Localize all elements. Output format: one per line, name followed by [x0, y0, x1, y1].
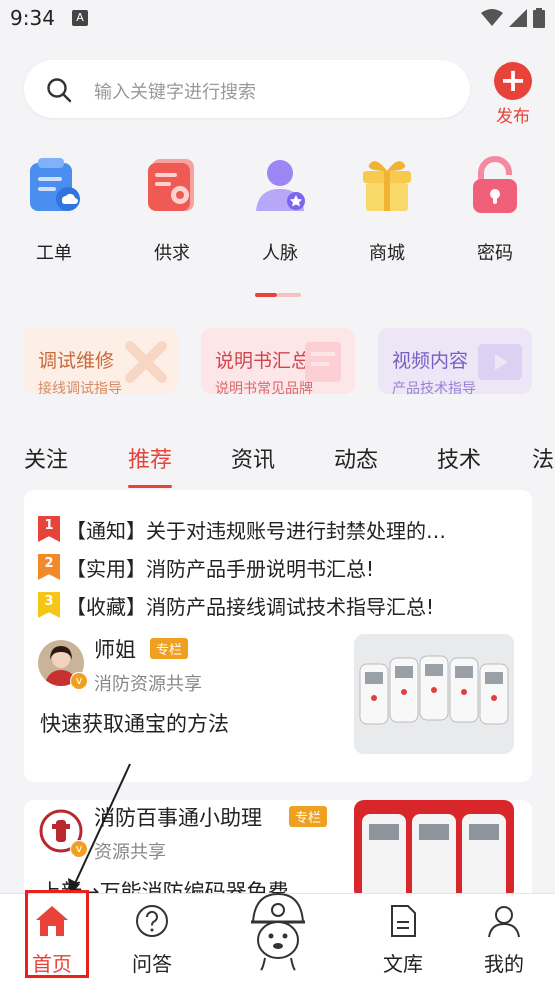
question-icon	[136, 905, 168, 937]
mascot-icon	[251, 892, 305, 971]
category-password[interactable]: 密码	[455, 155, 535, 265]
post-thumbnail[interactable]	[354, 634, 514, 754]
tab-activity[interactable]: 动态	[334, 442, 378, 474]
post-thumbnail[interactable]	[354, 800, 514, 900]
annotation-arrow	[68, 763, 131, 896]
home-highlight-box	[25, 890, 89, 978]
category-label: 供求	[154, 243, 190, 264]
rank-badge: 1	[38, 516, 60, 542]
nav-label: 我的	[484, 952, 524, 976]
status-time: 9:34	[10, 6, 55, 30]
profile-icon	[488, 906, 520, 938]
rank-badge: 2	[38, 554, 60, 580]
promo-title: 调试维修	[38, 350, 115, 372]
publish-label: 发布	[496, 107, 530, 127]
supply-demand-icon	[142, 155, 202, 215]
category-supply-demand[interactable]: 供求	[132, 155, 212, 265]
contacts-icon	[250, 155, 310, 215]
notification-a-icon: A	[72, 10, 88, 26]
signal-icon	[509, 9, 527, 27]
category-mall[interactable]: 商城	[347, 155, 427, 265]
search-icon	[47, 78, 72, 103]
tab-follow[interactable]: 关注	[24, 442, 68, 474]
gift-icon	[357, 155, 417, 215]
promo-subtitle: 产品技术指导	[392, 381, 476, 397]
category-contacts[interactable]: 人脉	[240, 155, 320, 265]
tab-news[interactable]: 资讯	[231, 442, 275, 474]
nav-label: 问答	[132, 952, 172, 976]
category-grid: 工单 供求 人脉 商城 密码	[0, 155, 555, 275]
page-dot-active	[255, 293, 277, 297]
search-input[interactable]: 输入关键字进行搜索	[94, 78, 256, 104]
status-bar: 9:34 A	[0, 0, 555, 38]
column-tag: 专栏	[150, 638, 189, 659]
tab-recommended[interactable]: 推荐	[128, 442, 173, 488]
document-icon	[391, 905, 416, 937]
promo-card-debug[interactable]: 调试维修 接线调试指导	[24, 328, 178, 397]
category-work-order[interactable]: 工单	[14, 155, 94, 265]
notice-item[interactable]: 2 【实用】消防产品手册说明书汇总!	[38, 552, 518, 582]
category-label: 商城	[369, 243, 405, 264]
video-icon	[478, 344, 522, 380]
promo-subtitle: 接线调试指导	[38, 381, 122, 397]
promo-title: 说明书汇总	[215, 350, 311, 372]
feed-tabs: 关注 推荐 资讯 动态 技术 法	[0, 442, 555, 490]
tools-icon	[125, 341, 167, 383]
notice-item[interactable]: 1 【通知】关于对违规账号进行封禁处理的…	[38, 514, 518, 544]
notice-text: 【收藏】消防产品接线调试技术指导汇总!	[66, 594, 435, 619]
nav-profile[interactable]: 我的	[469, 904, 539, 977]
publish-button[interactable]: + 发布	[490, 62, 536, 127]
feed-card: 1 【通知】关于对违规账号进行封禁处理的… 2 【实用】消防产品手册说明书汇总!…	[24, 490, 532, 782]
category-label: 工单	[36, 243, 72, 264]
notice-item[interactable]: 3 【收藏】消防产品接线调试技术指导汇总!	[38, 590, 518, 620]
category-label: 密码	[477, 243, 513, 264]
manual-icon	[305, 342, 341, 382]
promo-card-videos[interactable]: 视频内容 产品技术指导	[378, 328, 532, 397]
tab-law[interactable]: 法	[532, 442, 555, 474]
verified-badge: v	[70, 672, 88, 690]
category-label: 人脉	[262, 243, 298, 264]
plus-icon: +	[494, 62, 532, 100]
author-name[interactable]: 师姐	[94, 634, 136, 664]
battery-icon	[533, 8, 545, 28]
nav-library[interactable]: 文库	[368, 904, 438, 977]
nav-label: 文库	[383, 952, 423, 976]
post-title[interactable]: 快速获取通宝的方法	[40, 708, 229, 738]
grid-page-indicator	[255, 293, 301, 297]
nav-qa[interactable]: 问答	[117, 904, 187, 977]
wifi-icon	[481, 9, 503, 26]
promo-card-manuals[interactable]: 说明书汇总 说明书常见品牌	[201, 328, 355, 397]
author-subtitle: 消防资源共享	[94, 674, 202, 695]
page-dot	[277, 293, 301, 297]
lock-icon	[465, 155, 525, 215]
promo-title: 视频内容	[392, 350, 469, 372]
rank-badge: 3	[38, 592, 60, 618]
column-tag: 专栏	[289, 806, 328, 827]
notice-text: 【通知】关于对违规账号进行封禁处理的…	[66, 518, 446, 543]
work-order-icon	[24, 155, 84, 215]
nav-mascot[interactable]	[241, 888, 315, 976]
notice-text: 【实用】消防产品手册说明书汇总!	[66, 556, 375, 581]
search-bar[interactable]: 输入关键字进行搜索	[24, 60, 470, 118]
tab-tech[interactable]: 技术	[437, 442, 481, 474]
